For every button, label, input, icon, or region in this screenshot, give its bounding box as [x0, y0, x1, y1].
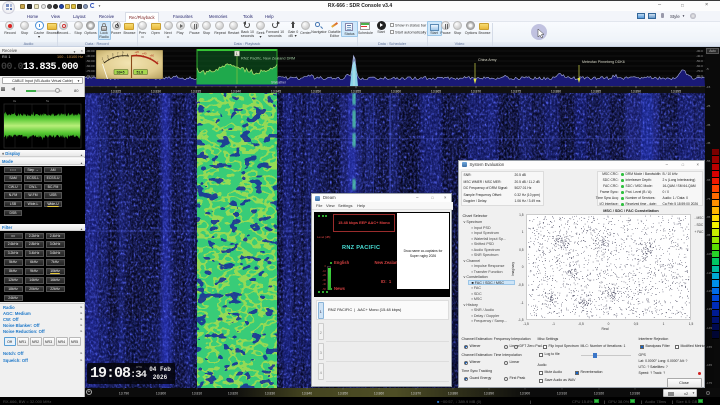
- svg-text:-50.0: -50.0: [696, 59, 703, 63]
- svg-text:+20: +20: [135, 50, 140, 54]
- svg-text:-60.0: -60.0: [696, 64, 703, 68]
- svg-text:SWeather: SWeather: [271, 81, 287, 85]
- svg-text:1: 1: [236, 52, 238, 56]
- svg-text:13.830: 13.830: [265, 392, 275, 396]
- svg-text:Meteofax Pinneberg DDK6: Meteofax Pinneberg DDK6: [582, 60, 625, 64]
- svg-text:-70.00: -70.00: [86, 69, 95, 73]
- svg-text:13.840: 13.840: [302, 392, 312, 396]
- svg-text:-40.0: -40.0: [696, 54, 703, 58]
- svg-text:China Army: China Army: [478, 58, 497, 62]
- svg-text:13.790: 13.790: [119, 392, 129, 396]
- svg-text:13.860: 13.860: [374, 392, 384, 396]
- svg-text:-50.00: -50.00: [86, 59, 95, 63]
- svg-text:13.880: 13.880: [448, 392, 458, 396]
- svg-text:13.900: 13.900: [520, 392, 530, 396]
- svg-text:13.930: 13.930: [630, 392, 640, 396]
- svg-text:+60: +60: [150, 53, 155, 57]
- svg-text:5s: 5s: [46, 99, 50, 103]
- svg-text:13.890: 13.890: [484, 392, 494, 396]
- svg-text:13.850: 13.850: [338, 392, 348, 396]
- svg-text:13.800: 13.800: [156, 392, 166, 396]
- svg-text:RNZ Pacific, New Zealand DRM: RNZ Pacific, New Zealand DRM: [241, 57, 295, 61]
- svg-text:13.870: 13.870: [411, 392, 421, 396]
- svg-text:-70.0: -70.0: [696, 69, 703, 73]
- svg-text:S9+5: S9+5: [117, 70, 125, 74]
- svg-text:-40.00: -40.00: [86, 54, 95, 58]
- svg-text:13.920: 13.920: [594, 392, 604, 396]
- svg-text:-60.00: -60.00: [86, 64, 95, 68]
- svg-text:51.8: 51.8: [137, 70, 144, 74]
- svg-text:+40: +40: [142, 51, 147, 55]
- svg-text:13.910: 13.910: [557, 392, 567, 396]
- svg-text:13.810: 13.810: [192, 392, 202, 396]
- svg-text:-30.00: -30.00: [86, 49, 95, 53]
- svg-text:0s: 0s: [13, 99, 17, 103]
- svg-text:-30.0: -30.0: [696, 49, 703, 53]
- svg-text:13.820: 13.820: [228, 392, 238, 396]
